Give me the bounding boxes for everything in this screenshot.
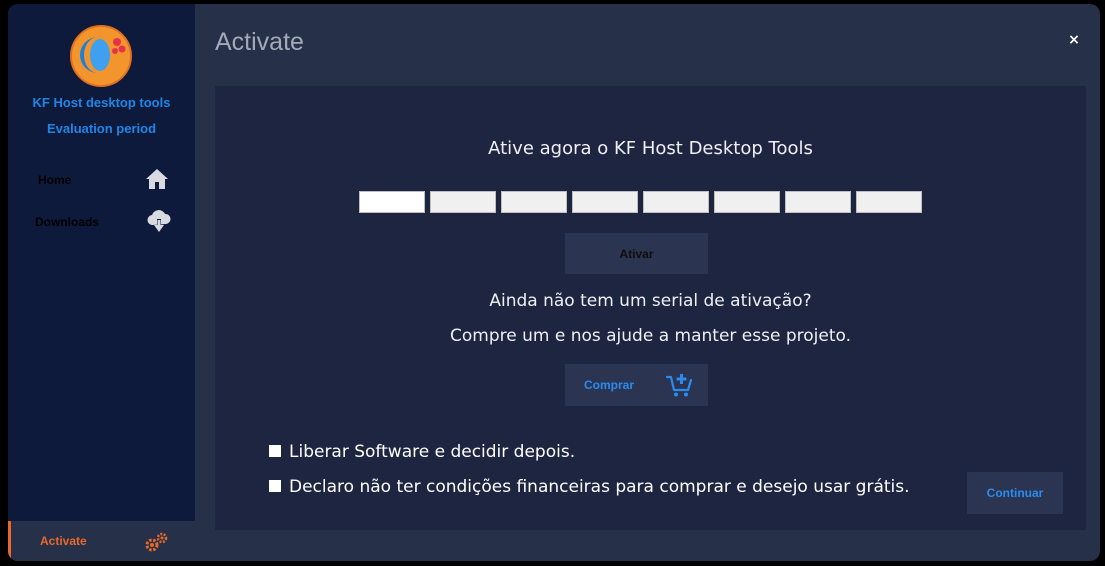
app-logo — [70, 25, 132, 87]
activation-headline: Ative agora o KF Host Desktop Tools — [488, 138, 813, 159]
serial-field-5[interactable] — [643, 191, 709, 213]
option-checkbox[interactable] — [269, 445, 281, 457]
serial-field-1[interactable] — [359, 191, 425, 213]
no-serial-question: Ainda não tem um serial de ativação? — [489, 291, 812, 311]
page-title: Activate — [215, 28, 304, 56]
app-window: KF Host desktop tools Evaluation period … — [8, 4, 1100, 561]
gears-icon — [145, 532, 168, 552]
sidebar-item-label: Home — [38, 173, 72, 187]
brand-title: KF Host desktop tools — [32, 95, 171, 110]
cloud-download-icon — [147, 210, 171, 232]
close-button[interactable]: × — [1064, 30, 1084, 50]
option-label: Liberar Software e decidir depois. — [289, 442, 576, 462]
option-release-later[interactable]: Liberar Software e decidir depois. — [269, 442, 575, 462]
activation-panel: Ative agora o KF Host Desktop Tools Ativ… — [215, 86, 1086, 530]
sidebar-item-activate[interactable]: Activate — [8, 521, 198, 561]
sidebar-item-label: Downloads — [35, 215, 100, 229]
serial-field-6[interactable] — [714, 191, 780, 213]
serial-field-7[interactable] — [785, 191, 851, 213]
add-to-cart-icon — [666, 374, 692, 397]
option-free-use[interactable]: Declaro não ter condições financeiras pa… — [269, 477, 910, 497]
sidebar-item-downloads[interactable]: Downloads — [8, 206, 195, 240]
sidebar-item-label: Activate — [40, 534, 87, 548]
sidebar: KF Host desktop tools Evaluation period … — [8, 4, 195, 521]
continue-button[interactable]: Continuar — [967, 472, 1063, 514]
buy-button-label: Comprar — [584, 378, 635, 392]
serial-field-4[interactable] — [572, 191, 638, 213]
option-checkbox[interactable] — [269, 480, 281, 492]
serial-field-2[interactable] — [430, 191, 496, 213]
support-project-text: Compre um e nos ajude a manter esse proj… — [450, 326, 851, 346]
serial-field-8[interactable] — [856, 191, 922, 213]
home-icon — [146, 169, 168, 189]
sidebar-item-home[interactable]: Home — [8, 164, 195, 198]
activate-button[interactable]: Ativar — [565, 233, 708, 274]
serial-field-3[interactable] — [501, 191, 567, 213]
brand-subtitle: Evaluation period — [46, 121, 157, 136]
option-label: Declaro não ter condições financeiras pa… — [289, 477, 910, 497]
buy-button[interactable]: Comprar — [565, 364, 708, 406]
